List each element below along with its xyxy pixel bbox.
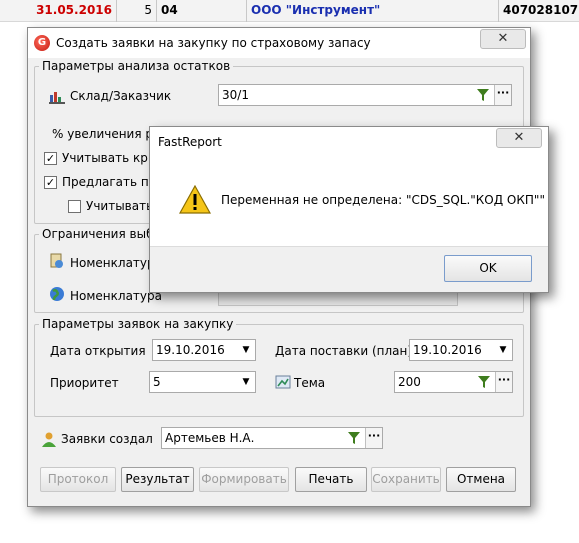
bg-org-cell: ООО "Инструмент" xyxy=(247,0,499,22)
msgbox-body: Переменная не определена: "CDS_SQL."КОД … xyxy=(150,156,548,246)
form-button[interactable]: Формировать xyxy=(199,467,289,492)
user-icon xyxy=(42,432,56,447)
delivery-date-dropdown-icon[interactable]: ▼ xyxy=(494,340,512,360)
bg-inn-cell: 4070281071 xyxy=(503,3,579,17)
check2-checkbox[interactable]: ✓ xyxy=(44,176,57,189)
group-restrictions-legend: Ограничения выб xyxy=(42,227,154,241)
result-button[interactable]: Результат xyxy=(121,467,194,492)
dialog-close-button[interactable]: ✕ xyxy=(480,29,526,49)
globe-icon xyxy=(50,287,64,301)
bg-code-cell: 04 xyxy=(157,0,247,22)
cancel-button[interactable]: Отмена xyxy=(446,467,516,492)
delivery-date-value: 19.10.2016 xyxy=(413,343,482,357)
group-request-params-legend: Параметры заявок на закупку xyxy=(42,317,234,331)
msgbox-footer: OK xyxy=(150,246,548,292)
created-by-filter-icon[interactable] xyxy=(345,428,363,448)
open-date-dropdown-icon[interactable]: ▼ xyxy=(237,340,255,360)
fastreport-message-box: FastReport ✕ Переменная не определена: "… xyxy=(149,126,549,293)
open-date-label: Дата открытия xyxy=(50,344,146,358)
increase-label: % увеличения р xyxy=(52,127,154,141)
delivery-date-field[interactable]: 19.10.2016 ▼ xyxy=(409,339,513,361)
group-request-params: Параметры заявок на закупку xyxy=(34,317,524,417)
delivery-date-label: Дата поставки (план) xyxy=(275,344,413,358)
dialog-titlebar: G Создать заявки на закупку по страховом… xyxy=(28,28,530,58)
check1-checkbox[interactable]: ✓ xyxy=(44,152,57,165)
group-stock-analysis-legend: Параметры анализа остатков xyxy=(42,59,231,73)
created-by-label: Заявки создал xyxy=(61,432,153,446)
created-by-field[interactable]: Артемьев Н.А. ··· xyxy=(161,427,383,449)
msgbox-message: Переменная не определена: "CDS_SQL."КОД … xyxy=(221,193,545,207)
warehouse-label: Склад/Заказчик xyxy=(70,89,172,103)
warehouse-field[interactable]: 30/1 ··· xyxy=(218,84,512,106)
background-table-row: 31.05.2016 5 04 ООО "Инструмент" 4070281… xyxy=(0,0,579,22)
priority-dropdown-icon[interactable]: ▼ xyxy=(237,372,255,392)
bg-num-cell: 5 xyxy=(117,0,157,22)
topic-select-button[interactable]: ··· xyxy=(495,372,512,392)
open-date-field[interactable]: 19.10.2016 ▼ xyxy=(152,339,256,361)
open-date-value: 19.10.2016 xyxy=(156,343,225,357)
topic-label: Тема xyxy=(294,376,326,390)
app-logo-icon: G xyxy=(34,35,50,51)
topic-value: 200 xyxy=(398,375,421,389)
msgbox-titlebar: FastReport ✕ xyxy=(150,127,548,156)
warning-icon xyxy=(179,185,211,214)
topic-filter-icon[interactable] xyxy=(475,372,493,392)
warehouse-value: 30/1 xyxy=(222,88,249,102)
check1-label: Учитывать кр xyxy=(62,151,148,165)
warehouse-select-button[interactable]: ··· xyxy=(494,85,511,105)
ok-button[interactable]: OK xyxy=(444,255,532,282)
priority-select[interactable]: 5 ▼ xyxy=(149,371,256,393)
bg-date-cell: 31.05.2016 xyxy=(0,0,117,22)
save-button[interactable]: Сохранить xyxy=(371,467,441,492)
warehouse-filter-icon[interactable] xyxy=(474,85,492,105)
check3-checkbox[interactable] xyxy=(68,200,81,213)
print-button[interactable]: Печать xyxy=(295,467,367,492)
created-by-value: Артемьев Н.А. xyxy=(165,431,255,445)
dialog-title: Создать заявки на закупку по страховому … xyxy=(56,36,371,50)
protocol-button[interactable]: Протокол xyxy=(40,467,116,492)
nomenclature1-label: Номенклатур xyxy=(70,256,155,270)
nomenclature-group-icon xyxy=(50,253,63,268)
topic-icon xyxy=(275,375,291,389)
msgbox-close-button[interactable]: ✕ xyxy=(496,128,542,148)
msgbox-title: FastReport xyxy=(158,135,222,149)
warehouse-icon xyxy=(49,92,65,104)
check3-label: Учитывать xyxy=(86,199,154,213)
priority-value: 5 xyxy=(153,375,161,389)
created-by-select-button[interactable]: ··· xyxy=(365,428,382,448)
check2-label: Предлагать по xyxy=(62,175,157,189)
priority-label: Приоритет xyxy=(50,376,119,390)
topic-field[interactable]: 200 ··· xyxy=(394,371,513,393)
